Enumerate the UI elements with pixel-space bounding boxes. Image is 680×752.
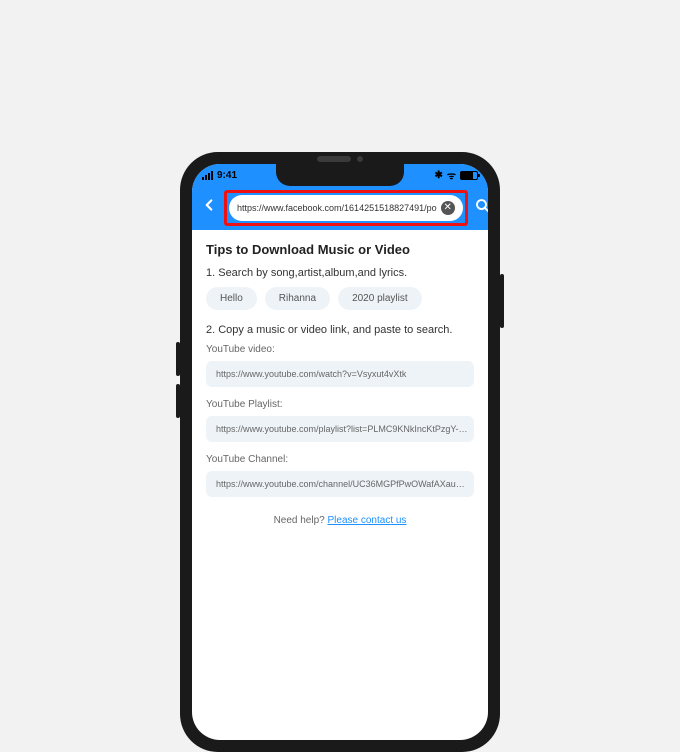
screen: 9:41 ✱ ᯤ https://www.facebook.com/161425… <box>192 164 488 740</box>
url-bar[interactable]: https://www.facebook.com/161425151882749… <box>229 195 463 221</box>
phone-vol-up <box>176 342 180 376</box>
display-notch <box>276 164 404 186</box>
page-title: Tips to Download Music or Video <box>206 242 474 257</box>
signal-icon <box>202 171 213 180</box>
url-text: https://www.facebook.com/161425151882749… <box>237 203 437 213</box>
chip[interactable]: Rihanna <box>265 287 330 310</box>
contact-us-link[interactable]: Please contact us <box>328 515 407 526</box>
phone-earpiece <box>317 156 363 162</box>
content: Tips to Download Music or Video 1. Searc… <box>192 230 488 538</box>
help-prefix: Need help? <box>274 515 328 526</box>
step-1-text: 1. Search by song,artist,album,and lyric… <box>206 267 474 279</box>
toolbar: https://www.facebook.com/161425151882749… <box>192 186 488 230</box>
example-url[interactable]: https://www.youtube.com/channel/UC36MGPf… <box>206 471 474 497</box>
battery-icon <box>460 171 478 180</box>
example-label: YouTube Playlist: <box>206 399 474 410</box>
suggestion-chips: Hello Rihanna 2020 playlist <box>206 287 474 310</box>
chip[interactable]: 2020 playlist <box>338 287 422 310</box>
chip[interactable]: Hello <box>206 287 257 310</box>
status-time: 9:41 <box>217 170 237 181</box>
phone-power-button <box>500 274 504 328</box>
phone-vol-down <box>176 384 180 418</box>
bluetooth-icon: ✱ <box>434 170 442 181</box>
url-highlight-box: https://www.facebook.com/161425151882749… <box>224 190 468 226</box>
phone-frame: 9:41 ✱ ᯤ https://www.facebook.com/161425… <box>180 152 500 752</box>
clear-url-button[interactable]: ✕ <box>441 201 455 215</box>
back-button[interactable] <box>200 196 218 220</box>
example-label: YouTube Channel: <box>206 454 474 465</box>
search-button[interactable] <box>474 197 488 220</box>
step-2-text: 2. Copy a music or video link, and paste… <box>206 324 474 336</box>
wifi-icon: ᯤ <box>447 168 456 182</box>
example-url[interactable]: https://www.youtube.com/watch?v=Vsyxut4v… <box>206 361 474 387</box>
example-url[interactable]: https://www.youtube.com/playlist?list=PL… <box>206 416 474 442</box>
example-label: YouTube video: <box>206 344 474 355</box>
help-text: Need help? Please contact us <box>206 515 474 526</box>
